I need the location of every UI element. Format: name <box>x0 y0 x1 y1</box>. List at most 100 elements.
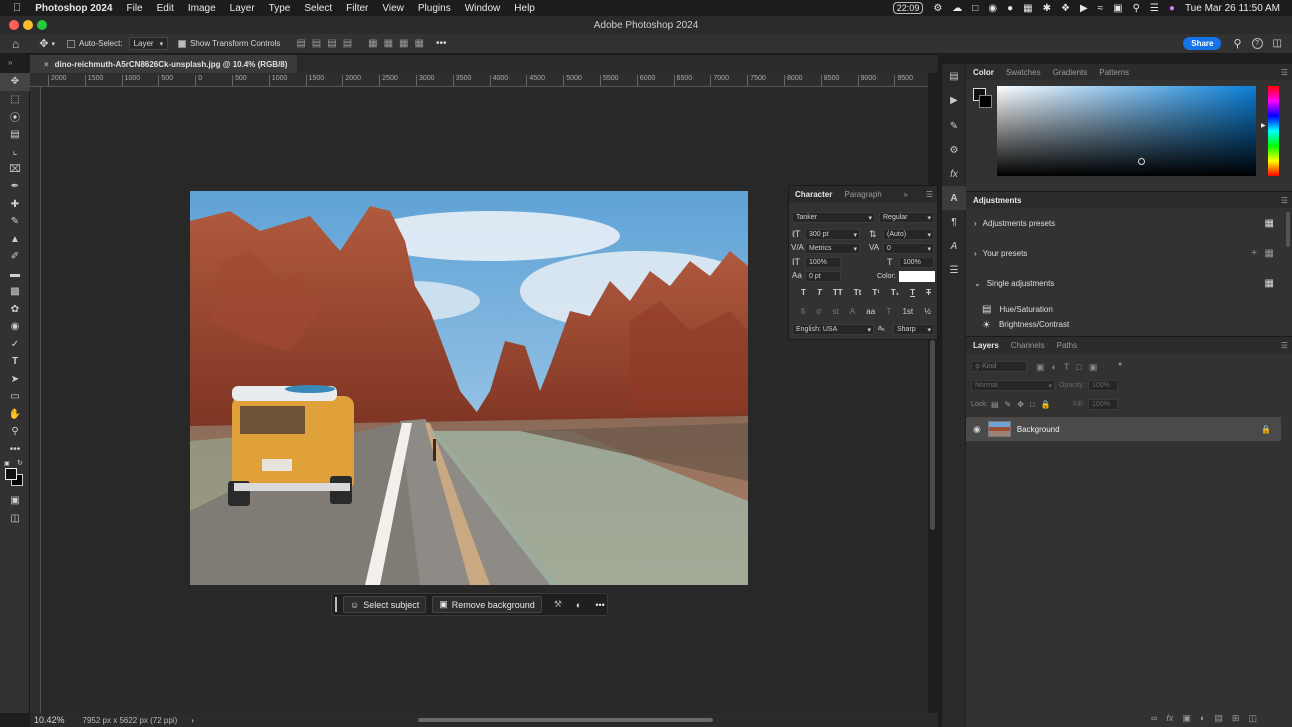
datetime[interactable]: Tue Mar 26 11:50 AM <box>1185 3 1280 14</box>
color-picker-field[interactable] <box>997 86 1256 176</box>
home-icon[interactable]: ⌂ <box>12 37 19 51</box>
history-brush-icon[interactable]: ✐ <box>0 248 30 266</box>
grid-view-icon[interactable]: ▦ <box>1265 248 1274 259</box>
strikethrough-icon[interactable]: T <box>926 288 931 297</box>
close-window-button[interactable] <box>9 20 19 30</box>
stylistic-alt-icon[interactable]: aa <box>866 307 875 316</box>
trash-icon[interactable]: ◫ <box>1248 713 1257 724</box>
menu-view[interactable]: View <box>382 3 404 14</box>
panel-menu-icon[interactable]: ☰ <box>1281 68 1288 77</box>
more-options-icon[interactable]: ••• <box>436 38 447 49</box>
stamp-tool-icon[interactable]: ▲ <box>0 231 30 249</box>
tab-channels[interactable]: Channels <box>1011 341 1045 350</box>
eyedropper-tool-icon[interactable]: ✒ <box>0 178 30 196</box>
minimize-window-button[interactable] <box>23 20 33 30</box>
horizontal-scrollbar[interactable] <box>418 718 713 722</box>
healing-brush-icon[interactable]: ✚ <box>0 196 30 214</box>
tab-paths[interactable]: Paths <box>1057 341 1077 350</box>
menu-image[interactable]: Image <box>188 3 216 14</box>
panel-menu-icon[interactable]: ☰ <box>1281 341 1288 350</box>
vertical-scale-field[interactable]: 100% <box>805 257 841 268</box>
vertical-scrollbar[interactable] <box>930 340 935 530</box>
gear-icon[interactable]: ⚙ <box>933 3 942 14</box>
group-folder-icon[interactable]: ▤ <box>1214 713 1223 724</box>
layout-icon[interactable]: ▦ <box>1023 3 1032 14</box>
vpn-icon[interactable]: ❖ <box>1061 3 1070 14</box>
remove-background-button[interactable]: ▣ Remove background <box>432 596 542 613</box>
lasso-tool-icon[interactable]: ⦿ <box>0 108 30 126</box>
zoom-level[interactable]: 10.42% <box>34 715 65 725</box>
swap-colors-icon[interactable]: ↻ <box>17 459 23 467</box>
chevron-down-icon[interactable]: ▾ <box>51 40 55 48</box>
brush-tool-icon[interactable]: ✎ <box>0 213 30 231</box>
dodge-tool-icon[interactable]: ◉ <box>0 318 30 336</box>
foreground-color-swatch[interactable] <box>5 468 17 480</box>
fill-field[interactable]: 100% <box>1088 399 1118 410</box>
hue-slider-marker[interactable]: ▶ <box>1261 122 1266 129</box>
lock-icon[interactable]: 🔒 <box>1261 425 1271 434</box>
gradient-tool-icon[interactable]: ▩ <box>0 283 30 301</box>
type-tool-icon[interactable]: T <box>0 353 30 371</box>
baseline-shift-field[interactable]: 0 pt <box>805 271 841 282</box>
fx-icon[interactable]: fx <box>1166 713 1173 724</box>
small-caps-icon[interactable]: Tt <box>854 288 862 297</box>
filter-toggle-icon[interactable]: ● <box>1118 361 1122 368</box>
creative-cloud-icon[interactable]: ☁ <box>952 3 962 14</box>
horizontal-scale-field[interactable]: 100% <box>899 257 934 268</box>
swash-icon[interactable]: A <box>850 307 855 316</box>
hand-tool-icon[interactable]: ✋ <box>0 406 30 424</box>
more-options[interactable]: ••• <box>595 600 604 610</box>
hue-saturation-row[interactable]: ▤ Hue/Saturation <box>966 298 1292 320</box>
document-image[interactable] <box>190 191 748 585</box>
font-style-select[interactable]: Regular ▾ <box>879 212 934 223</box>
antialias-select[interactable]: Sharp ▾ <box>893 324 934 335</box>
app-menu[interactable]: Photoshop 2024 <box>35 3 112 14</box>
fx-icon[interactable]: fx <box>942 162 966 186</box>
adjustment-layer-icon[interactable]: ◐ <box>1200 713 1205 724</box>
glyphs-icon[interactable]: A <box>942 234 966 258</box>
help-icon[interactable]: ? <box>1251 38 1263 49</box>
default-colors-icon[interactable]: ▣ <box>4 460 10 467</box>
menu-dots-icon[interactable]: ● <box>1007 3 1013 14</box>
apple-icon[interactable]:  <box>13 2 21 14</box>
distribute-icons[interactable]: ▦▦▦▦ <box>368 38 430 49</box>
character-icon[interactable]: A <box>942 186 966 210</box>
chevron-right-icon[interactable]: › <box>191 716 194 725</box>
tab-layers[interactable]: Layers <box>973 341 999 350</box>
play-icon[interactable]: ▶ <box>1080 3 1088 14</box>
color-swatches[interactable]: ▣ ↻ <box>0 458 30 492</box>
grammarly-icon[interactable]: ◉ <box>988 3 997 14</box>
lock-icons[interactable]: ▤✎✥□🔒 <box>991 400 1057 409</box>
layer-name[interactable]: Background <box>1017 425 1060 434</box>
adjustments-title[interactable]: Adjustments <box>973 196 1021 205</box>
discretionary-ligature-icon[interactable]: st <box>832 307 838 316</box>
all-caps-icon[interactable]: TT <box>833 288 843 297</box>
drag-handle[interactable] <box>335 597 337 612</box>
panel-menu-icon[interactable]: ☰ <box>926 190 933 199</box>
expand-icon[interactable]: » <box>903 190 907 199</box>
wifi-icon[interactable]: ≈ <box>1098 3 1104 14</box>
menu-select[interactable]: Select <box>304 3 332 14</box>
marquee-tool-icon[interactable]: ⬚ <box>0 91 30 109</box>
adjustments-presets-row[interactable]: › Adjustments presets ▦ <box>966 208 1292 238</box>
siri-icon[interactable]: ● <box>1169 3 1175 14</box>
new-layer-icon[interactable]: ⊞ <box>1232 713 1240 724</box>
clock-badge[interactable]: 22:09 <box>892 2 924 14</box>
window-icon[interactable]: ▣ <box>1113 3 1122 14</box>
menu-type[interactable]: Type <box>269 3 291 14</box>
opacity-field[interactable]: 100% <box>1088 380 1118 391</box>
adjust-icon[interactable]: ◐ <box>576 600 581 610</box>
grid-view-icon[interactable]: ▦ <box>1265 278 1274 289</box>
color-picker-marker[interactable] <box>1138 158 1145 165</box>
tab-paragraph[interactable]: Paragraph <box>844 190 881 199</box>
crop-tool-icon[interactable]: ⌞ <box>0 143 30 161</box>
search-icon[interactable]: ⚲ <box>1133 3 1140 14</box>
blur-tool-icon[interactable]: ✿ <box>0 301 30 319</box>
subscript-icon[interactable]: T₁ <box>891 288 899 297</box>
mask-icon[interactable]: ▣ <box>1182 713 1191 724</box>
menu-edit[interactable]: Edit <box>157 3 174 14</box>
tab-character[interactable]: Character <box>795 190 832 199</box>
brightness-contrast-row[interactable]: ☀ Brightness/Contrast <box>966 320 1292 332</box>
menu-filter[interactable]: Filter <box>346 3 368 14</box>
layer-kind-filter[interactable]: ⚲ Kind <box>971 361 1027 372</box>
